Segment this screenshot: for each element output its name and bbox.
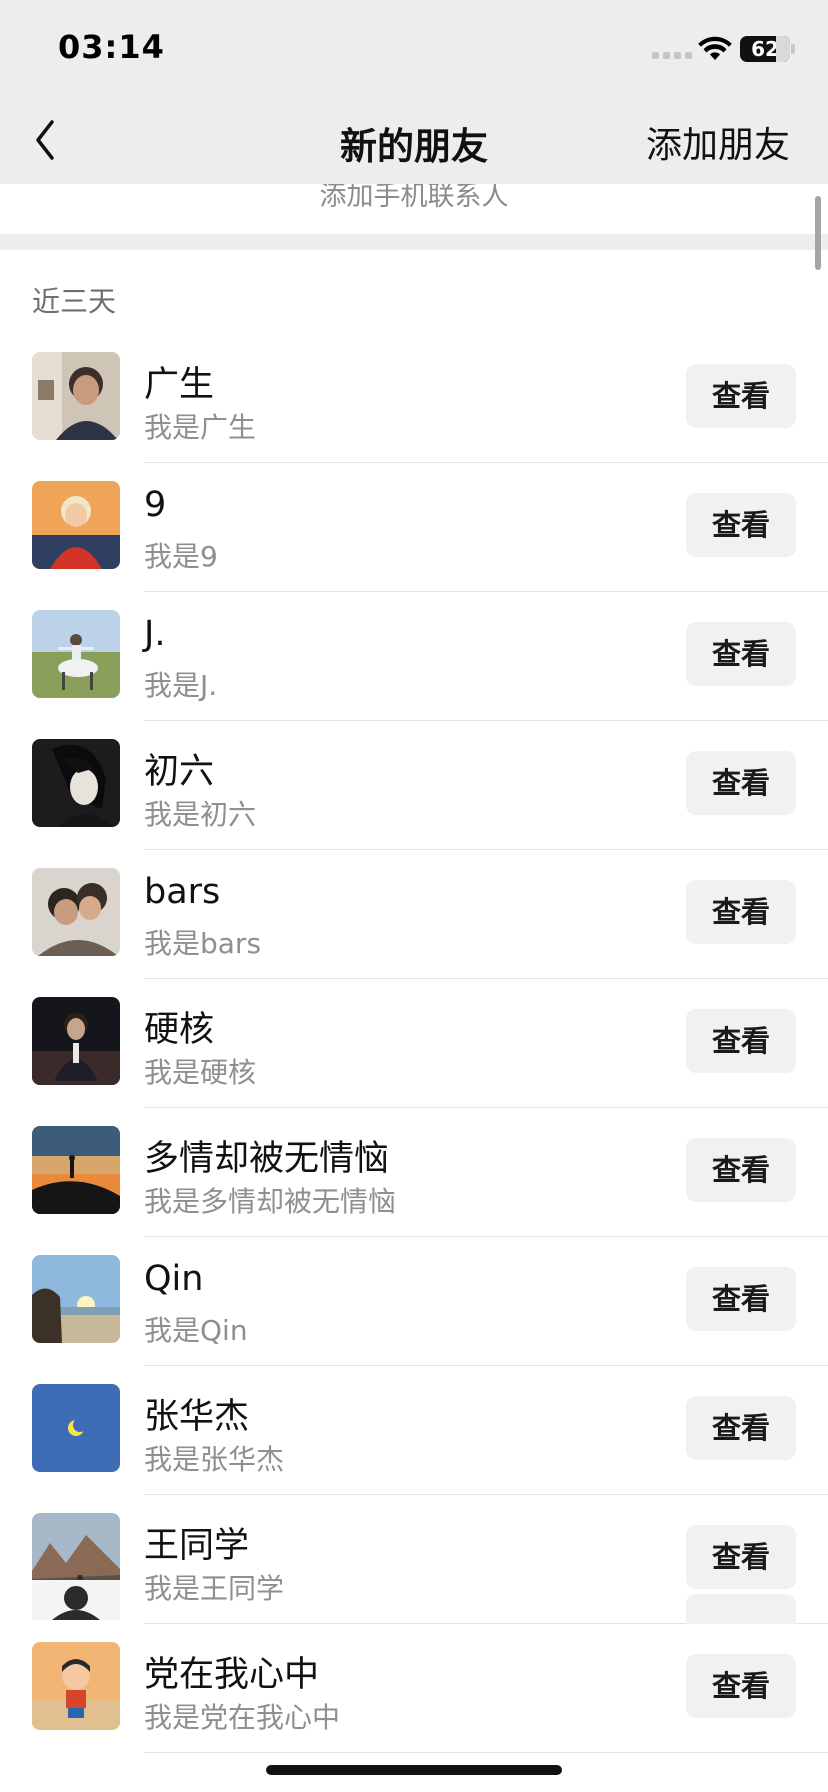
avatar[interactable] — [32, 868, 120, 956]
avatar-image — [32, 868, 120, 956]
avatar-image — [32, 739, 120, 827]
friend-request-row[interactable]: 9 我是9 查看 — [0, 463, 828, 592]
friend-greeting: 我是硬核 — [144, 1056, 257, 1089]
view-button[interactable]: 查看 — [686, 1525, 796, 1589]
view-button[interactable]: 查看 — [686, 493, 796, 557]
view-button[interactable]: 查看 — [686, 880, 796, 944]
view-button[interactable]: 查看 — [686, 364, 796, 428]
friend-greeting: 我是多情却被无情恼 — [144, 1185, 397, 1218]
friend-requests-list[interactable]: 添加手机联系人 近三天 广生 我是广生 查看 9 我是9 查看 J. 我是J. … — [0, 184, 828, 1792]
view-button[interactable] — [686, 1594, 796, 1624]
friend-name: J. — [144, 614, 166, 654]
view-button[interactable]: 查看 — [686, 1267, 796, 1331]
friend-request-row[interactable]: 党在我心中 我是党在我心中 查看 — [0, 1624, 828, 1753]
avatar-image — [32, 1126, 120, 1214]
friend-name: 初六 — [144, 752, 215, 792]
avatar-image — [32, 1642, 120, 1730]
view-button[interactable]: 查看 — [686, 1396, 796, 1460]
avatar-image — [32, 610, 120, 698]
view-button[interactable]: 查看 — [686, 751, 796, 815]
friend-greeting: 我是9 — [144, 540, 218, 573]
friend-request-row[interactable]: 广生 我是广生 查看 — [0, 334, 828, 463]
status-time: 03:14 — [58, 28, 165, 66]
friend-greeting: 我是王同学 — [144, 1572, 285, 1605]
section-header-recent: 近三天 — [32, 285, 117, 318]
avatar[interactable] — [32, 1255, 120, 1343]
friend-name: 党在我心中 — [144, 1655, 320, 1695]
request-list: 广生 我是广生 查看 9 我是9 查看 J. 我是J. 查看 初六 我是初六 查… — [0, 334, 828, 1753]
friend-greeting: 我是初六 — [144, 798, 257, 831]
battery-icon: 62 — [740, 36, 790, 62]
battery-level: 62 — [751, 37, 779, 61]
avatar-image — [32, 1255, 120, 1343]
friend-greeting: 我是bars — [144, 927, 262, 960]
avatar[interactable] — [32, 997, 120, 1085]
add-phone-contacts-link[interactable]: 添加手机联系人 — [0, 184, 828, 234]
section-divider — [0, 234, 828, 250]
scrollbar[interactable] — [815, 196, 821, 270]
friend-request-row[interactable]: J. 我是J. 查看 — [0, 592, 828, 721]
friend-greeting: 我是J. — [144, 669, 218, 702]
view-button[interactable]: 查看 — [686, 622, 796, 686]
row-divider — [144, 1752, 828, 1753]
avatar[interactable] — [32, 610, 120, 698]
friend-name: 硬核 — [144, 1010, 215, 1050]
avatar[interactable] — [32, 481, 120, 569]
friend-greeting: 我是Qin — [144, 1314, 248, 1347]
view-button[interactable]: 查看 — [686, 1009, 796, 1073]
avatar-image — [32, 997, 120, 1085]
cellular-signal-icon — [652, 52, 692, 59]
friend-greeting: 我是张华杰 — [144, 1443, 285, 1476]
nav-bar: 新的朋友 添加朋友 — [0, 96, 828, 184]
friend-greeting: 我是广生 — [144, 411, 257, 444]
avatar[interactable] — [32, 352, 120, 440]
avatar-image — [32, 1384, 120, 1472]
view-button[interactable]: 查看 — [686, 1138, 796, 1202]
avatar-image — [32, 481, 120, 569]
friend-name: 广生 — [144, 365, 215, 405]
avatar-image — [32, 352, 120, 440]
home-indicator[interactable] — [266, 1765, 562, 1775]
avatar[interactable] — [32, 739, 120, 827]
friend-name: 多情却被无情恼 — [144, 1139, 390, 1179]
friend-request-row[interactable]: Qin 我是Qin 查看 — [0, 1237, 828, 1366]
friend-request-row[interactable]: 硬核 我是硬核 查看 — [0, 979, 828, 1108]
avatar — [32, 1580, 120, 1620]
avatar[interactable] — [32, 1642, 120, 1730]
friend-name: 张华杰 — [144, 1397, 250, 1437]
friend-request-row[interactable]: 多情却被无情恼 我是多情却被无情恼 查看 — [0, 1108, 828, 1237]
friend-greeting: 我是党在我心中 — [144, 1701, 341, 1734]
view-button[interactable]: 查看 — [686, 1654, 796, 1718]
friend-name: Qin — [144, 1259, 204, 1299]
friend-name: 王同学 — [144, 1526, 250, 1566]
status-bar: 03:14 62 — [0, 0, 828, 96]
friend-name: bars — [144, 872, 221, 912]
battery-tip — [791, 44, 795, 54]
add-friend-button[interactable]: 添加朋友 — [646, 116, 790, 168]
friend-name: 9 — [144, 485, 167, 525]
add-phone-contacts-label: 添加手机联系人 — [319, 184, 509, 212]
avatar[interactable] — [32, 1126, 120, 1214]
friend-request-row[interactable]: 张华杰 我是张华杰 查看 — [0, 1366, 828, 1495]
avatar[interactable] — [32, 1384, 120, 1472]
wifi-icon — [698, 36, 732, 60]
friend-request-row[interactable]: bars 我是bars 查看 — [0, 850, 828, 979]
friend-request-row[interactable]: 初六 我是初六 查看 — [0, 721, 828, 850]
